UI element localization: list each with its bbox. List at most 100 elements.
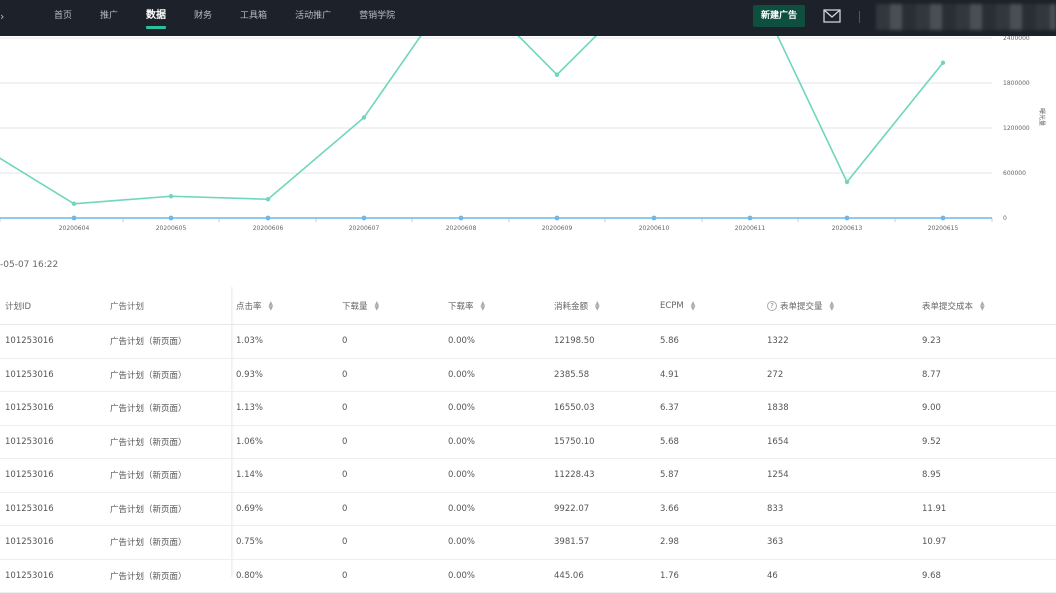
table-cell: 0 (342, 493, 347, 526)
table-cell: 1.03% (236, 325, 263, 358)
column-header-label: 消耗金额 (554, 300, 588, 312)
nav-item-3[interactable]: 财务 (194, 0, 212, 36)
x-tick-label: 20200607 (349, 225, 380, 232)
series-exposure-line (0, 36, 943, 204)
series-secondary-point (652, 216, 657, 221)
table-cell: 0.80% (236, 560, 263, 593)
sort-icon[interactable]: ▲▼ (481, 301, 486, 311)
table-cell: 0 (342, 459, 347, 492)
table-cell: 46 (767, 560, 778, 593)
column-header[interactable]: ?表单提交量 ▲▼ (767, 287, 834, 324)
table-row[interactable]: 101253016广告计划（新页面）1.03%00.00%12198.505.8… (0, 325, 1056, 359)
table-cell: 15750.10 (554, 426, 595, 459)
sort-icon[interactable]: ▲▼ (830, 301, 835, 311)
nav-item-1[interactable]: 推广 (100, 0, 118, 36)
table-cell: 101253016 (5, 493, 54, 526)
table-cell: 广告计划（新页面） (110, 392, 187, 425)
column-header[interactable]: 下载率▲▼ (448, 287, 485, 324)
column-header[interactable]: 下载量▲▼ (342, 287, 379, 324)
table-row[interactable]: 101253016广告计划（新页面）1.06%00.00%15750.105.6… (0, 426, 1056, 460)
table-cell: 广告计划（新页面） (110, 325, 187, 358)
sort-icon[interactable]: ▲▼ (691, 301, 696, 311)
table-cell: 833 (767, 493, 783, 526)
column-header: 计划ID (5, 287, 31, 324)
nav-item-2[interactable]: 数据 (146, 0, 166, 36)
column-header-label: 计划ID (5, 300, 31, 312)
table-cell: 广告计划（新页面） (110, 359, 187, 392)
table-cell: 1254 (767, 459, 789, 492)
menu-edge-icon[interactable]: › (0, 10, 6, 22)
table-cell: 5.87 (660, 459, 679, 492)
table-cell: 1.14% (236, 459, 263, 492)
table-cell: 101253016 (5, 325, 54, 358)
new-ad-button[interactable]: 新建广告 (753, 5, 805, 27)
nav-divider (859, 11, 860, 23)
mail-icon[interactable] (823, 8, 841, 22)
table-cell: 1.13% (236, 392, 263, 425)
data-update-time: -05-07 16:22 (0, 260, 58, 270)
table-row[interactable]: 101253016广告计划（新页面）0.69%00.00%9922.073.66… (0, 493, 1056, 527)
table-cell: 272 (767, 359, 783, 392)
series-secondary-point (459, 216, 464, 221)
help-icon[interactable]: ? (767, 301, 777, 311)
table-cell: 5.68 (660, 426, 679, 459)
y-tick-label: 600000 (1003, 170, 1026, 177)
sort-icon[interactable]: ▲▼ (375, 301, 380, 311)
column-header[interactable]: ECPM▲▼ (660, 287, 695, 324)
table-cell: 3981.57 (554, 526, 589, 559)
nav-item-0[interactable]: 首页 (54, 0, 72, 36)
top-navigation-bar: › 首页推广数据财务 工具箱 活动推广营销学院 新建广告 (0, 0, 1056, 36)
table-cell: 广告计划（新页面） (110, 526, 187, 559)
y-tick-label: 0 (1003, 215, 1007, 222)
sort-icon[interactable]: ▲▼ (269, 301, 274, 311)
table-row[interactable]: 101253016广告计划（新页面）0.80%00.00%445.061.764… (0, 560, 1056, 593)
table-cell: 445.06 (554, 560, 584, 593)
table-cell: 0.00% (448, 359, 475, 392)
table-cell: 1.76 (660, 560, 679, 593)
table-cell: 9.68 (922, 560, 941, 593)
series-exposure-point (266, 197, 270, 201)
table-row[interactable]: 101253016广告计划（新页面）1.14%00.00%11228.435.8… (0, 459, 1056, 493)
series-exposure-point (555, 73, 559, 77)
series-secondary-point (941, 216, 946, 221)
y-tick-label: 1200000 (1003, 125, 1030, 132)
table-cell: 广告计划（新页面） (110, 426, 187, 459)
table-cell: 8.95 (922, 459, 941, 492)
table-cell: 0.75% (236, 526, 263, 559)
table-cell: 101253016 (5, 426, 54, 459)
column-header[interactable]: 点击率 ▲▼ (236, 287, 273, 324)
table-cell: 11228.43 (554, 459, 595, 492)
table-cell: 101253016 (5, 526, 54, 559)
x-tick-label: 20200605 (156, 225, 187, 232)
table-cell: 12198.50 (554, 325, 595, 358)
table-row[interactable]: 101253016广告计划（新页面）1.13%00.00%16550.036.3… (0, 392, 1056, 426)
table-cell: 9922.07 (554, 493, 589, 526)
series-secondary-point (845, 216, 850, 221)
table-cell: 101253016 (5, 392, 54, 425)
nav-item-4[interactable]: 工具箱 (240, 0, 267, 36)
table-cell: 0.00% (448, 560, 475, 593)
chart-svg: 0600000120000018000002400000202006042020… (0, 36, 1056, 246)
column-header-label: 表单提交成本 (922, 300, 973, 312)
table-cell: 0 (342, 392, 347, 425)
column-header[interactable]: 表单提交成本 ▲▼ (922, 287, 985, 324)
nav-item-6[interactable]: 营销学院 (359, 0, 395, 36)
table-cell: 9.00 (922, 392, 941, 425)
table-cell: 0.00% (448, 459, 475, 492)
column-header[interactable]: 消耗金额 ▲▼ (554, 287, 600, 324)
column-header-label: 表单提交量 (780, 300, 823, 312)
sort-icon[interactable]: ▲▼ (980, 301, 985, 311)
table-cell: 0.00% (448, 325, 475, 358)
table-cell: 0.93% (236, 359, 263, 392)
table-row[interactable]: 101253016广告计划（新页面）0.75%00.00%3981.572.98… (0, 526, 1056, 560)
x-tick-label: 20200615 (928, 225, 959, 232)
series-secondary-point (266, 216, 271, 221)
main-nav: 首页推广数据财务 工具箱 活动推广营销学院 (54, 0, 423, 36)
sort-icon[interactable]: ▲▼ (595, 301, 600, 311)
table-cell: 2385.58 (554, 359, 589, 392)
nav-item-5[interactable]: 活动推广 (295, 0, 331, 36)
column-header-label: 点击率 (236, 300, 262, 312)
table-row[interactable]: 101253016广告计划（新页面）0.93%00.00%2385.584.91… (0, 359, 1056, 393)
table-cell: 101253016 (5, 459, 54, 492)
account-info-blurred[interactable] (876, 4, 1056, 30)
